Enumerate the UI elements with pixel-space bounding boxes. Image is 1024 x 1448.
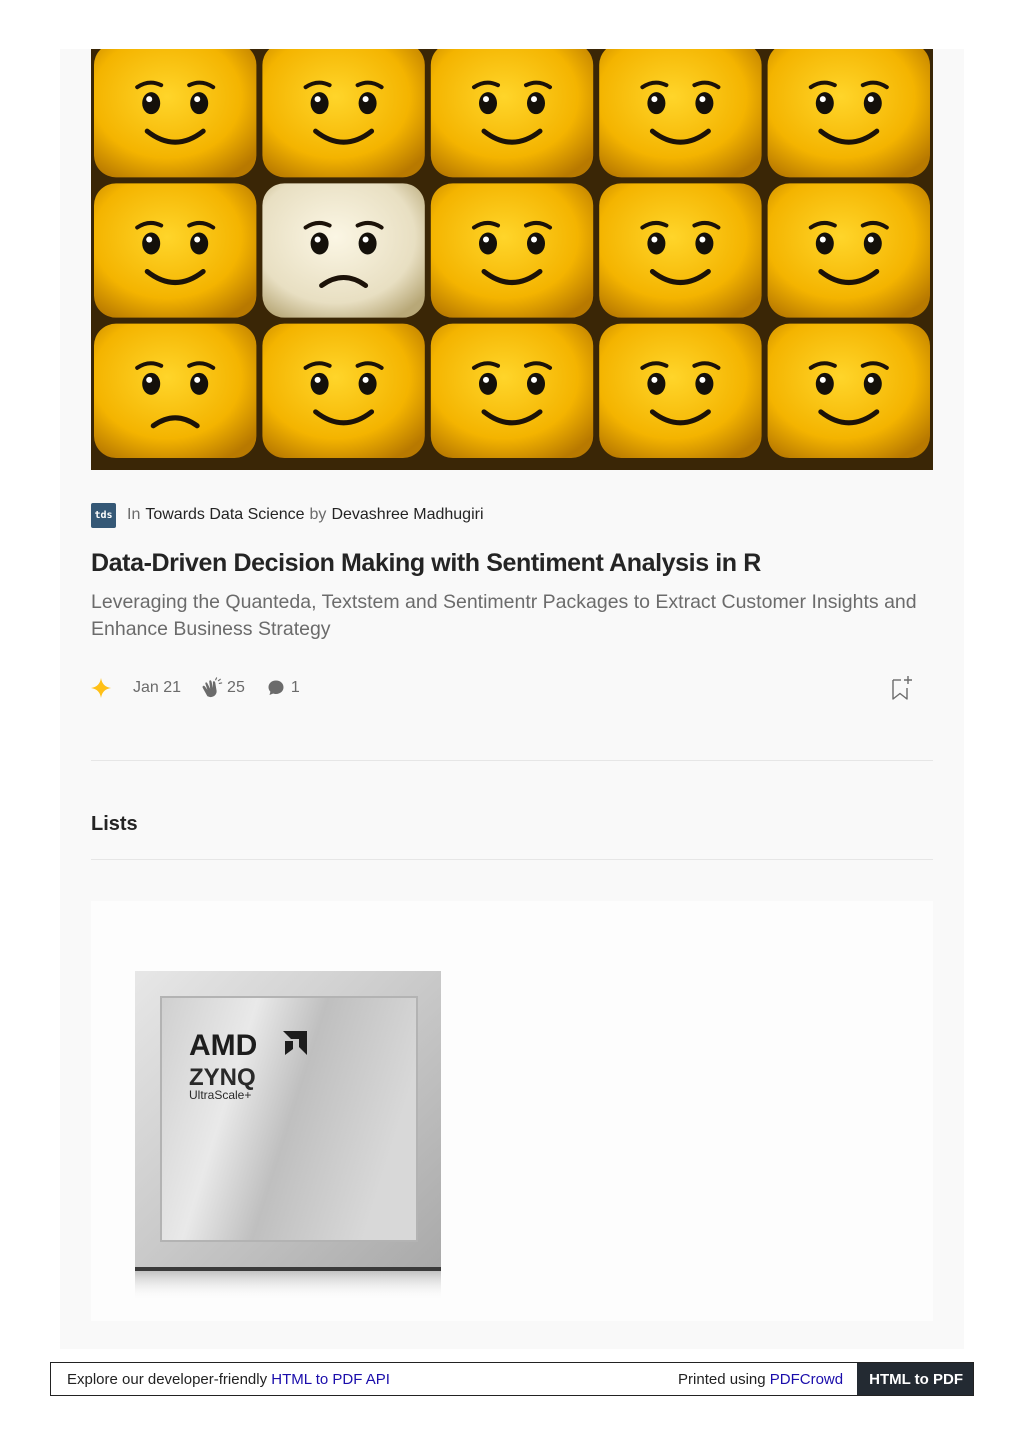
publication-prefix: In: [127, 506, 141, 523]
article-hero-image[interactable]: [91, 49, 933, 470]
toy-face: [262, 183, 425, 318]
toy-face: [430, 49, 594, 178]
toy-face: [94, 49, 257, 178]
article-title[interactable]: Data-Driven Decision Making with Sentime…: [91, 549, 941, 578]
star-icon: [91, 678, 111, 698]
toy-face: [767, 183, 930, 318]
comment-count: 1: [290, 679, 300, 696]
list-preview-card[interactable]: AMD ZYNQ UltraScale+: [91, 901, 933, 1321]
bookmark-add-icon[interactable]: [889, 675, 915, 701]
publication-logo[interactable]: tds: [91, 502, 116, 528]
toy-face: [262, 323, 425, 458]
toy-face: [94, 323, 257, 458]
author-prefix: by: [309, 506, 327, 523]
chip-product-text: ZYNQ: [189, 1064, 256, 1091]
article-subtitle[interactable]: Leveraging the Quanteda, Textstem and Se…: [91, 589, 941, 643]
comment-icon[interactable]: [267, 679, 285, 697]
footer-left: Explore our developer-friendly HTML to P…: [51, 1371, 678, 1388]
author-link[interactable]: Devashree Madhugiri: [331, 506, 483, 524]
faces-illustration: [91, 49, 933, 470]
toy-face: [767, 49, 930, 178]
toy-face: [94, 183, 257, 318]
article-stats: Jan 21 25 1: [91, 675, 933, 701]
chip-line-text: UltraScale+: [189, 1088, 251, 1102]
toy-face: [599, 323, 762, 458]
toy-face: [430, 183, 594, 318]
page: tds In Towards Data Science by Devashree…: [60, 49, 964, 1349]
footer-left-text: Explore our developer-friendly: [67, 1370, 272, 1388]
footer-pdfcrowd-link[interactable]: PDFCrowd: [770, 1371, 843, 1388]
publish-date: Jan 21: [133, 679, 182, 696]
chip-brand-text: AMD: [189, 1029, 257, 1062]
chip-image: AMD ZYNQ UltraScale+: [135, 971, 441, 1301]
toy-face: [599, 49, 762, 178]
lists-heading: Lists: [91, 813, 138, 835]
html-to-pdf-badge[interactable]: HTML to PDF: [857, 1363, 973, 1395]
toy-face: [767, 323, 930, 458]
pdf-footer: Explore our developer-friendly HTML to P…: [50, 1362, 974, 1396]
footer-right: Printed using PDFCrowd: [678, 1371, 857, 1388]
article-meta: tds In Towards Data Science by Devashree…: [91, 501, 489, 529]
clap-icon[interactable]: [201, 677, 223, 699]
clap-count: 25: [227, 679, 245, 696]
divider: [91, 859, 933, 860]
footer-api-link[interactable]: HTML to PDF API: [271, 1371, 390, 1388]
footer-right-text: Printed using: [678, 1370, 770, 1388]
toy-face: [430, 323, 594, 458]
toy-face: [262, 49, 425, 178]
toy-face: [599, 183, 762, 318]
publication-link[interactable]: Towards Data Science: [145, 506, 304, 524]
divider: [91, 760, 933, 761]
